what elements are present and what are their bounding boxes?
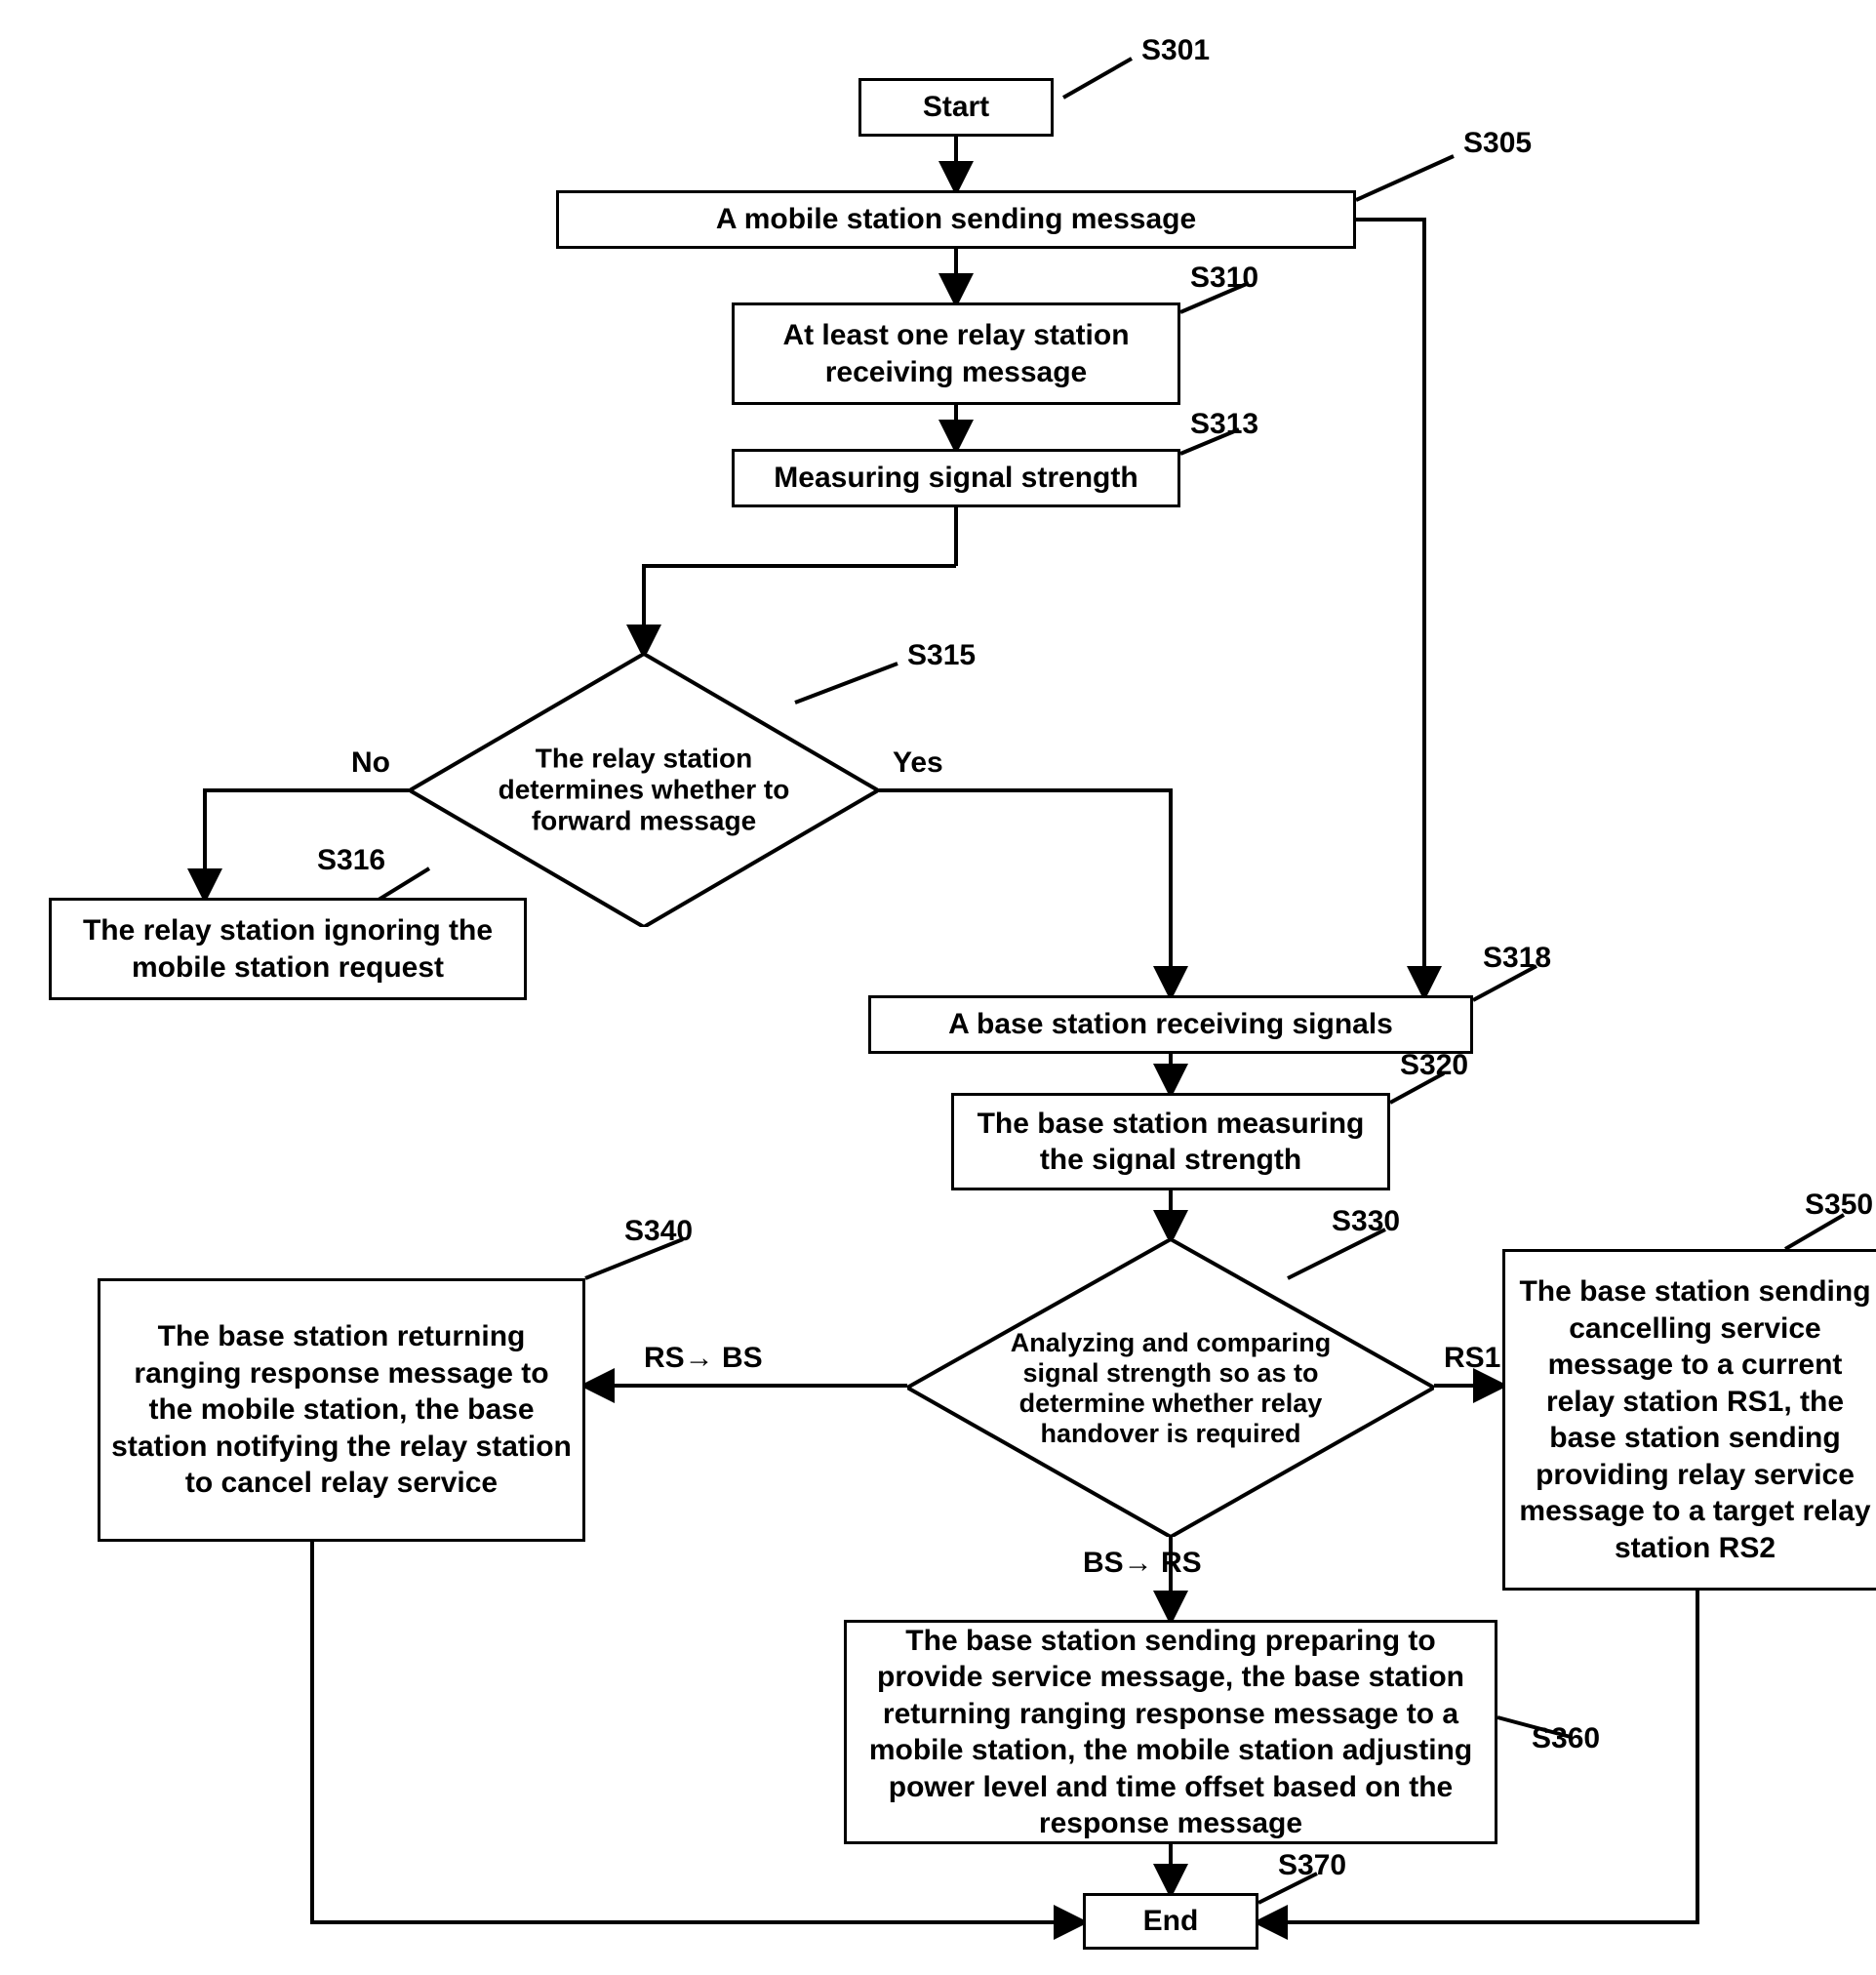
edge-no: No xyxy=(351,746,390,780)
node-s305: A mobile station sending message xyxy=(556,190,1356,249)
label-s360: S360 xyxy=(1532,1722,1600,1755)
label-s330: S330 xyxy=(1332,1205,1400,1238)
label-s318: S318 xyxy=(1483,942,1551,975)
flowchart-canvas: Start S301 A mobile station sending mess… xyxy=(20,20,1876,1955)
label-s313: S313 xyxy=(1190,408,1258,441)
label-s340: S340 xyxy=(624,1215,693,1248)
node-text: The base station returning ranging respo… xyxy=(110,1318,573,1502)
node-s315-diamond: The relay station determines whether to … xyxy=(410,654,878,927)
label-s310: S310 xyxy=(1190,262,1258,295)
node-s340: The base station returning ranging respo… xyxy=(98,1278,585,1542)
node-s350: The base station sending cancelling serv… xyxy=(1502,1249,1876,1591)
label-s350: S350 xyxy=(1805,1189,1873,1222)
node-text: End xyxy=(1143,1903,1199,1940)
label-s305: S305 xyxy=(1463,127,1532,160)
node-s330-diamond: Analyzing and comparing signal strength … xyxy=(907,1239,1434,1537)
edge-bs-rs: BS→ RS xyxy=(1083,1547,1202,1580)
node-text: At least one relay station receiving mes… xyxy=(744,317,1168,390)
node-text: A base station receiving signals xyxy=(948,1006,1393,1043)
node-s316: The relay station ignoring the mobile st… xyxy=(49,898,527,1000)
node-end: End xyxy=(1083,1893,1258,1950)
label-s315: S315 xyxy=(907,639,976,672)
node-text: The relay station determines whether to … xyxy=(480,744,808,838)
node-text: Analyzing and comparing signal strength … xyxy=(1008,1327,1335,1448)
label-s301: S301 xyxy=(1141,34,1210,67)
node-text: The base station sending cancelling serv… xyxy=(1515,1273,1875,1566)
node-s360: The base station sending preparing to pr… xyxy=(844,1620,1497,1844)
node-start: Start xyxy=(858,78,1054,137)
node-text: The base station sending preparing to pr… xyxy=(857,1623,1485,1842)
node-text: The relay station ignoring the mobile st… xyxy=(61,912,514,986)
edge-yes: Yes xyxy=(893,746,943,780)
node-text: Measuring signal strength xyxy=(774,460,1138,497)
node-s313: Measuring signal strength xyxy=(732,449,1180,507)
label-s370: S370 xyxy=(1278,1849,1346,1882)
node-s310: At least one relay station receiving mes… xyxy=(732,302,1180,405)
label-s320: S320 xyxy=(1400,1049,1468,1082)
node-s318: A base station receiving signals xyxy=(868,995,1473,1054)
node-s320: The base station measuring the signal st… xyxy=(951,1093,1390,1190)
label-s316: S316 xyxy=(317,844,385,877)
node-text: Start xyxy=(923,89,989,126)
node-text: The base station measuring the signal st… xyxy=(964,1106,1377,1179)
edge-rs-bs: RS→ BS xyxy=(644,1342,763,1375)
node-text: A mobile station sending message xyxy=(716,201,1196,238)
